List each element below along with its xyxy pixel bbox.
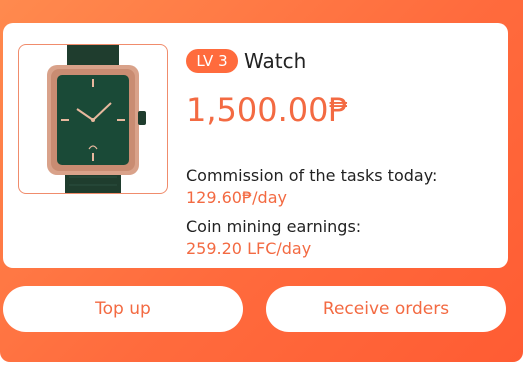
product-image (18, 44, 168, 194)
top-up-button[interactable]: Top up (3, 286, 243, 332)
product-price: 1,500.00₱ (186, 91, 349, 129)
product-name: Watch (244, 49, 307, 73)
commission-label: Commission of the tasks today: (186, 166, 438, 185)
watch-icon (47, 45, 146, 193)
mining-label: Coin mining earnings: (186, 217, 362, 236)
commission-value: 129.60₱/day (186, 188, 287, 207)
level-badge: LV 3 (186, 49, 238, 73)
mining-value: 259.20 LFC/day (186, 239, 312, 258)
receive-orders-button[interactable]: Receive orders (266, 286, 506, 332)
